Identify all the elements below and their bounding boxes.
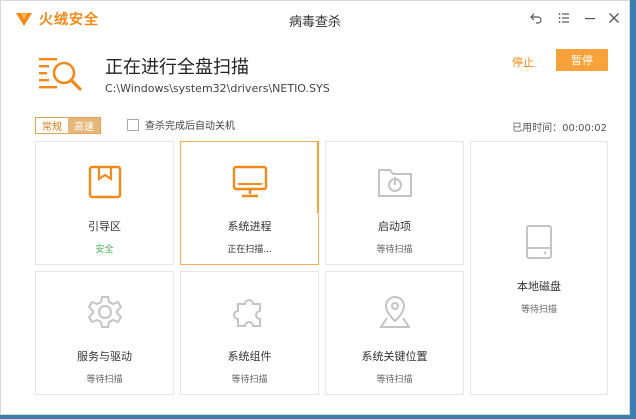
card-title: 服务与驱动 (77, 350, 132, 363)
scan-item-critical-locations[interactable]: 系统关键位置 等待扫描 (325, 271, 464, 395)
minimize-icon[interactable] (581, 9, 599, 27)
virus-scan-window: 火绒安全 病毒查杀 正在进行全盘扫描 C:\Windows\system32\d… (0, 0, 630, 415)
puzzle-icon (232, 292, 268, 332)
current-scan-path: C:\Windows\system32\drivers\NETIO.SYS (105, 82, 330, 95)
elapsed-time: 已用时间：00:00:02 (512, 123, 607, 134)
auto-shutdown-checkbox[interactable] (127, 118, 139, 131)
title-bar: 火绒安全 病毒查杀 (1, 1, 629, 35)
mode-fast-tab[interactable]: 高速 (68, 118, 100, 133)
scan-mode-toggle: 常规 高速 (35, 117, 101, 134)
scan-item-system-processes[interactable]: 系统进程 正在扫描... (180, 141, 319, 265)
card-status: 安全 (95, 245, 114, 255)
card-status: 等待扫描 (520, 304, 557, 315)
stop-button[interactable]: 停止 (512, 54, 534, 70)
card-status: 等待扫描 (376, 375, 413, 385)
card-title: 系统关键位置 (361, 350, 428, 363)
full-scan-icon (39, 56, 83, 98)
scan-item-startup[interactable]: 启动项 等待扫描 (325, 141, 464, 265)
card-title: 启动项 (378, 220, 411, 233)
scan-item-system-components[interactable]: 系统组件 等待扫描 (180, 271, 319, 395)
location-pin-icon (378, 292, 412, 332)
card-title: 引导区 (88, 220, 121, 233)
menu-icon[interactable] (555, 9, 573, 27)
scan-item-services-drivers[interactable]: 服务与驱动 等待扫描 (35, 271, 174, 395)
card-title: 本地磁盘 (517, 279, 561, 293)
scan-item-local-disk[interactable]: 本地磁盘 等待扫描 (470, 141, 608, 395)
card-status: 等待扫描 (86, 375, 123, 385)
scan-title: 正在进行全盘扫描 (105, 57, 249, 78)
disk-icon (524, 222, 554, 262)
card-status: 正在扫描... (227, 245, 272, 255)
pause-button[interactable]: 暂停 (556, 49, 608, 71)
monitor-icon (232, 162, 268, 202)
scan-item-boot-sector[interactable]: 引导区 安全 (35, 141, 174, 265)
gear-icon (87, 292, 123, 332)
back-icon[interactable] (527, 9, 545, 27)
boot-sector-icon (88, 162, 122, 202)
card-title: 系统组件 (227, 350, 272, 363)
card-status: 等待扫描 (376, 245, 413, 255)
card-title: 系统进程 (227, 220, 272, 233)
card-status: 等待扫描 (231, 375, 268, 385)
auto-shutdown-label: 查杀完成后自动关机 (145, 121, 235, 132)
close-icon[interactable] (605, 9, 623, 27)
startup-folder-icon (377, 162, 413, 202)
mode-normal-tab[interactable]: 常规 (36, 118, 68, 133)
scan-progress-indicator (317, 141, 319, 213)
auto-shutdown-option[interactable]: 查杀完成后自动关机 (127, 117, 235, 132)
